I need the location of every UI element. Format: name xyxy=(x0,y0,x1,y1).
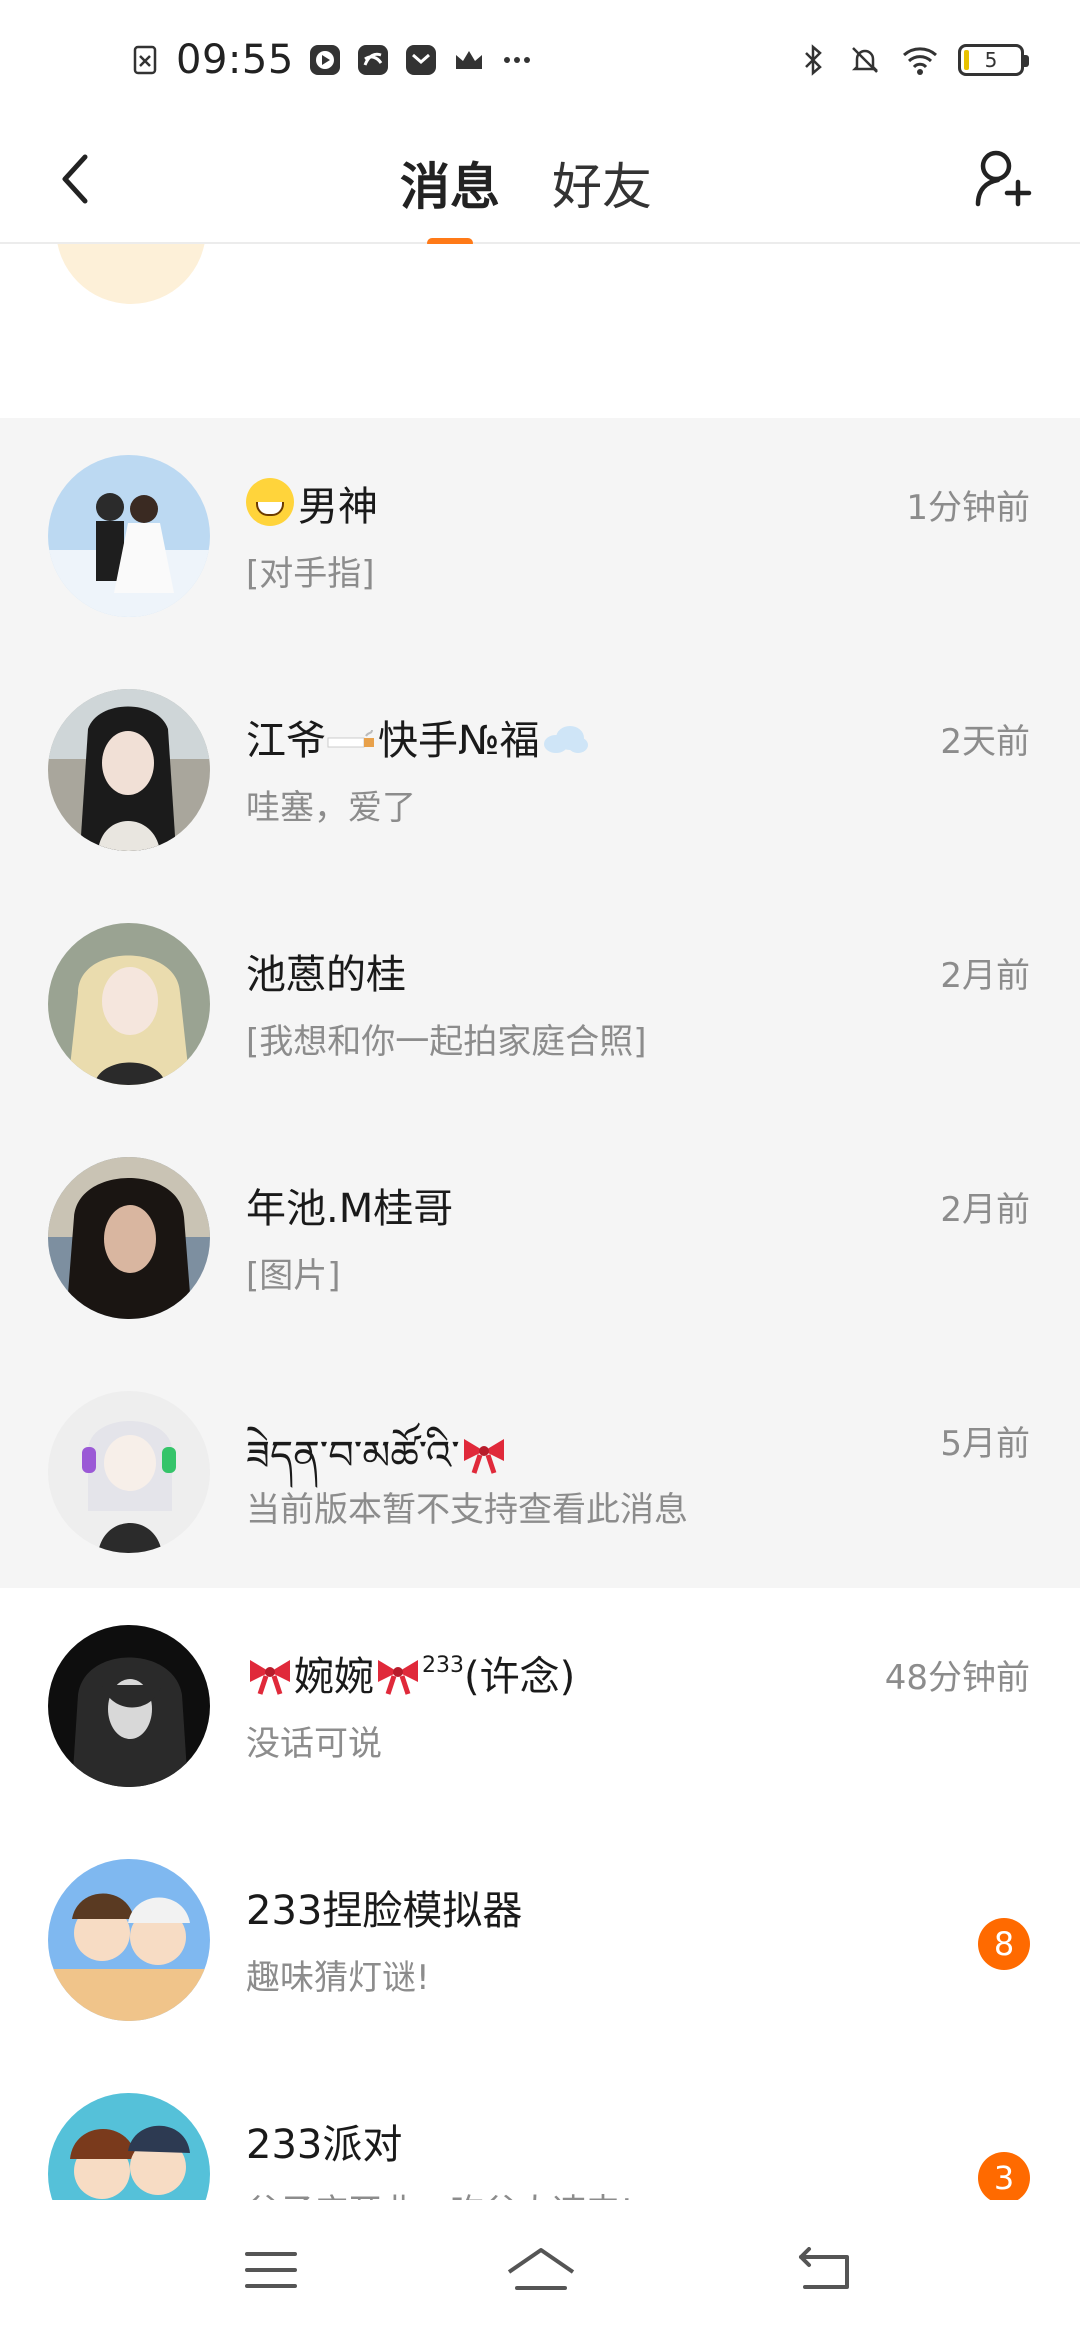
avatar xyxy=(48,1625,210,1787)
add-friend-button[interactable] xyxy=(964,138,1044,218)
message-preview: [对手指] xyxy=(246,554,375,594)
contact-name: 池蒽的桂 xyxy=(246,952,406,998)
message-time: 1分钟前 xyxy=(906,488,1030,528)
conversation-row[interactable]: 池蒽的桂 [我想和你一起拍家庭合照] 2月前 xyxy=(0,886,1080,1120)
sim-missing-icon xyxy=(133,45,157,75)
add-person-icon xyxy=(975,150,1032,207)
conversation-row[interactable]: 男神 [对手指] 1分钟前 xyxy=(0,418,1080,652)
message-time: 5月前 xyxy=(940,1424,1030,1464)
conversation-row[interactable]: 233捏脸模拟器 趣味猜灯谜! 8 xyxy=(0,1822,1080,2056)
bow-emoji-icon xyxy=(463,1439,504,1474)
avatar xyxy=(56,244,206,304)
cigarette-emoji-icon xyxy=(327,729,374,748)
contact-name: 年池.M桂哥 xyxy=(246,1186,454,1232)
message-preview: [图片] xyxy=(246,1256,341,1296)
grin-emoji-icon xyxy=(246,478,294,526)
tab-friends[interactable]: 好友 xyxy=(552,138,652,228)
message-preview: 哇塞，爱了 xyxy=(246,788,416,828)
message-preview: 当前版本暂不支持查看此消息 xyxy=(246,1490,688,1530)
list-item-partial[interactable] xyxy=(0,244,1080,318)
bow-emoji-icon xyxy=(378,1660,418,1695)
contact-name: 233捏脸模拟器 xyxy=(246,1888,523,1934)
home-button[interactable] xyxy=(496,2230,586,2310)
tab-bar: 消息 好友 xyxy=(400,138,652,248)
menu-icon xyxy=(245,2252,297,2288)
bluetooth-icon xyxy=(805,44,822,76)
link-app-icon xyxy=(357,45,388,75)
battery-level: 5 xyxy=(984,48,998,72)
conversation-row[interactable]: 江爷 快手№福 哇塞，爱了 2天前 xyxy=(0,652,1080,886)
spacer xyxy=(0,318,1080,418)
clock: 09:55 xyxy=(176,37,294,83)
back-nav-button[interactable] xyxy=(780,2230,870,2310)
video-app-icon xyxy=(309,45,340,75)
conversation-row[interactable]: ཟེདན་བ་མཚོ་འི་ 当前版本暂不支持查看此消息 5月前 xyxy=(0,1354,1080,1588)
message-preview: 趣味猜灯谜! xyxy=(246,1958,430,1998)
unread-badge: 8 xyxy=(978,1918,1030,1970)
avatar xyxy=(48,1157,210,1319)
contact-name: 婉婉 233(许念) xyxy=(246,1644,575,1702)
tab-messages[interactable]: 消息 xyxy=(400,138,500,248)
back-button[interactable] xyxy=(40,144,110,214)
conversation-row[interactable]: 年池.M桂哥 [图片] 2月前 xyxy=(0,1120,1080,1354)
battery-icon: 5 xyxy=(958,44,1029,76)
top-nav: 消息 好友 xyxy=(0,120,1080,248)
contact-name: 江爷 快手№福 xyxy=(246,708,590,766)
avatar xyxy=(48,689,210,851)
avatar xyxy=(48,1859,210,2021)
more-dots-icon xyxy=(503,57,530,63)
back-arrow-icon xyxy=(799,2247,849,2289)
avatar xyxy=(48,455,210,617)
chevron-left-icon xyxy=(62,154,88,204)
bow-emoji-icon xyxy=(250,1660,290,1695)
message-time: 2月前 xyxy=(940,956,1030,996)
contact-name: 233派对 xyxy=(246,2122,403,2168)
message-preview: [我想和你一起拍家庭合照] xyxy=(246,1022,647,1062)
message-time: 2月前 xyxy=(940,1190,1030,1230)
avatar xyxy=(48,1391,210,1553)
mute-bell-icon xyxy=(851,47,879,73)
mail-app-icon xyxy=(405,45,436,75)
home-icon xyxy=(507,2248,575,2290)
message-time: 48分钟前 xyxy=(884,1658,1030,1698)
message-preview: 没话可说 xyxy=(246,1724,382,1764)
conversation-list: 男神 [对手指] 1分钟前 江爷 快手№福 哇塞，爱了 2天前 池蒽的桂 [我想和… xyxy=(0,244,1080,2290)
menu-button[interactable] xyxy=(226,2230,316,2310)
wifi-icon xyxy=(903,47,937,75)
unread-badge: 3 xyxy=(978,2152,1030,2204)
cloud-emoji-icon xyxy=(543,726,588,753)
messages-screen: 09:55 5 消息 好友 男神 [对手指] 1分钟前 江爷 快手№福 哇塞，爱… xyxy=(0,0,1080,2340)
system-nav-bar xyxy=(0,2200,1080,2340)
conversation-row[interactable]: 婉婉 233(许念) 没话可说 48分钟前 xyxy=(0,1588,1080,1822)
status-bar: 09:55 5 xyxy=(0,0,1080,120)
message-time: 2天前 xyxy=(940,722,1030,762)
contact-name: 男神 xyxy=(246,474,378,532)
crown-icon xyxy=(455,51,482,69)
avatar xyxy=(48,923,210,1085)
